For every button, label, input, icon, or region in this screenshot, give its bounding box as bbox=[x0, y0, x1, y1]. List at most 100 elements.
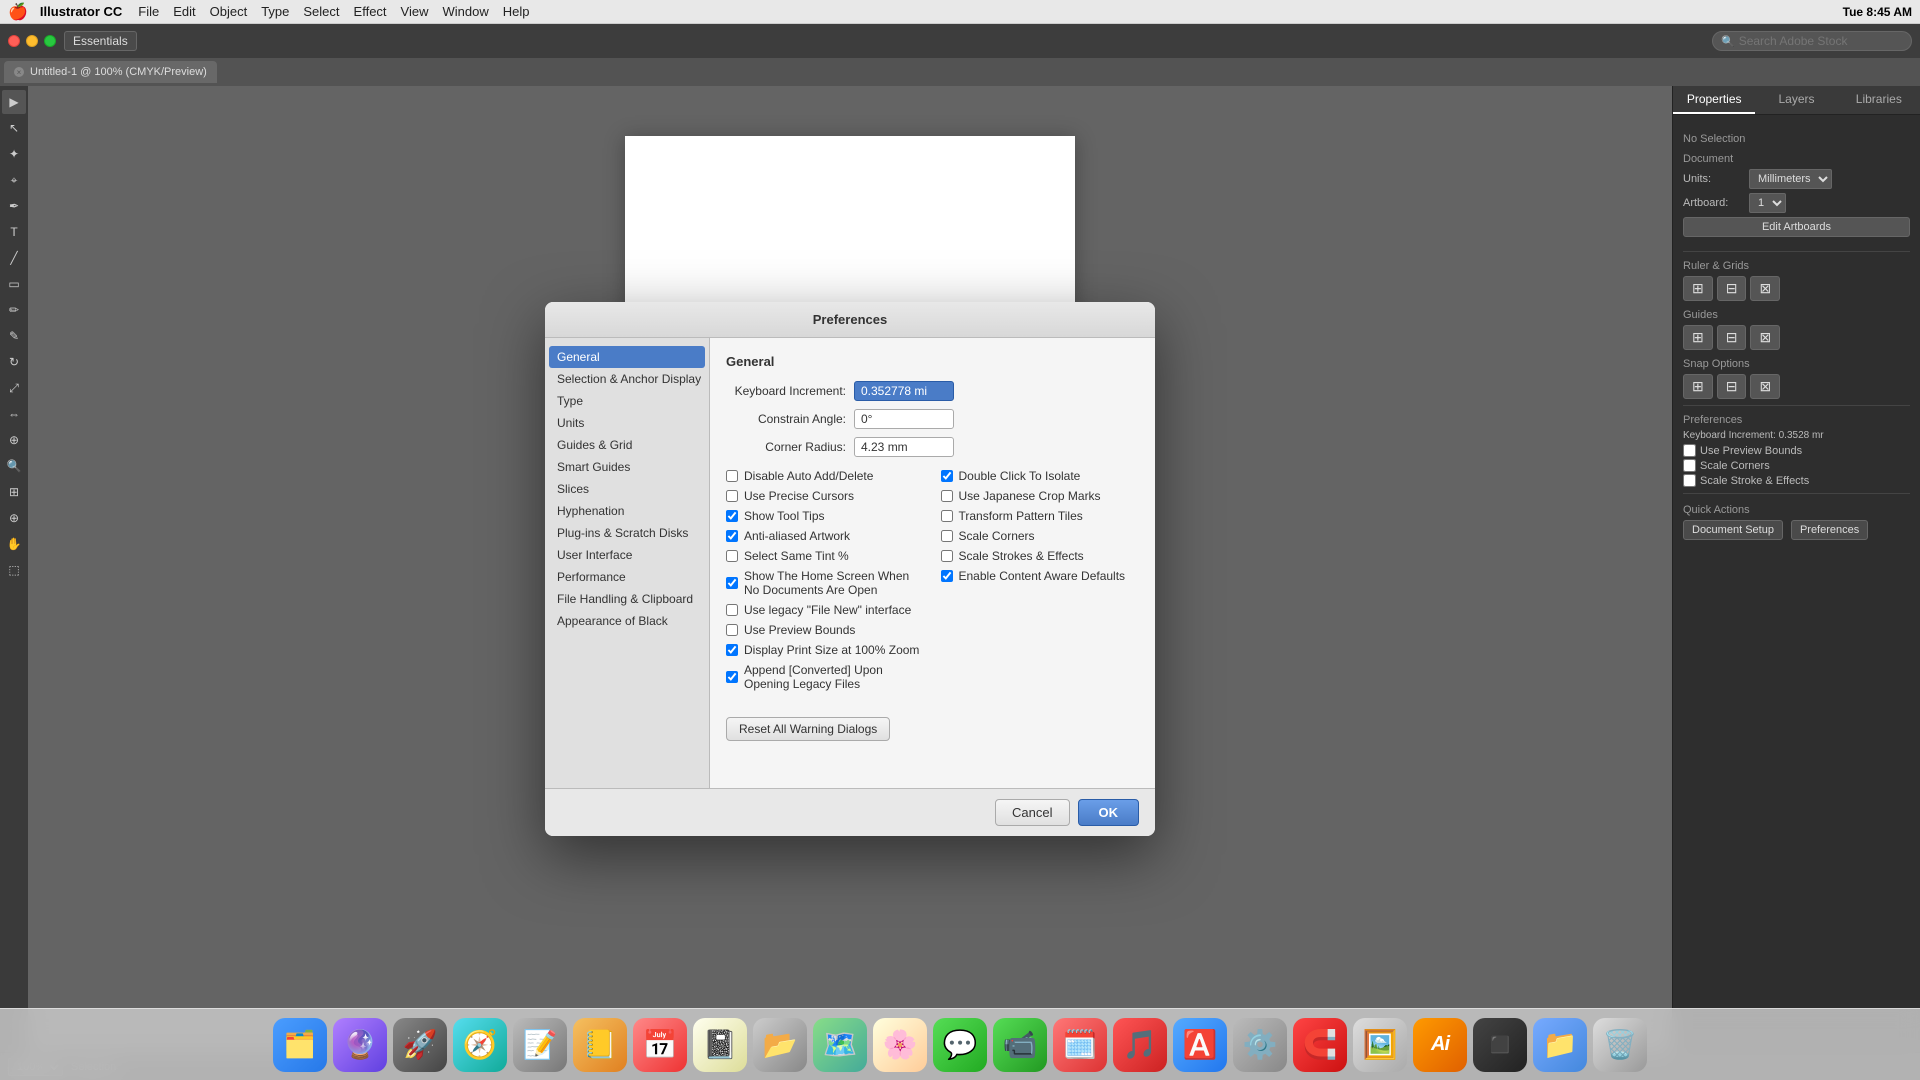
dock-terminal[interactable]: ⬛ bbox=[1473, 1018, 1527, 1072]
nav-smart-guides[interactable]: Smart Guides bbox=[545, 456, 709, 478]
type-tool[interactable]: T bbox=[2, 220, 26, 244]
cb-use-japanese-input[interactable] bbox=[941, 490, 953, 502]
reset-warning-button[interactable]: Reset All Warning Dialogs bbox=[726, 717, 890, 741]
guides-btn-2[interactable]: ⊟ bbox=[1717, 325, 1747, 350]
dock-files[interactable]: 📂 bbox=[753, 1018, 807, 1072]
ruler-grid-btn-3[interactable]: ⊠ bbox=[1750, 276, 1780, 301]
dock-appstore[interactable]: 🅰️ bbox=[1173, 1018, 1227, 1072]
nav-type[interactable]: Type bbox=[545, 390, 709, 412]
lasso-tool[interactable]: ⌖ bbox=[2, 168, 26, 192]
rp-scale-strokes-cb[interactable] bbox=[1683, 474, 1696, 487]
dock-photos[interactable]: 🌸 bbox=[873, 1018, 927, 1072]
nav-guides-grid[interactable]: Guides & Grid bbox=[545, 434, 709, 456]
nav-selection-anchor[interactable]: Selection & Anchor Display bbox=[545, 368, 709, 390]
hand-tool[interactable]: ✋ bbox=[2, 532, 26, 556]
artboard-tool[interactable]: ⬚ bbox=[2, 558, 26, 582]
menu-type[interactable]: Type bbox=[261, 4, 289, 19]
menu-select[interactable]: Select bbox=[303, 4, 339, 19]
document-setup-button[interactable]: Document Setup bbox=[1683, 520, 1783, 540]
selection-tool[interactable]: ▶ bbox=[2, 90, 26, 114]
tab-layers[interactable]: Layers bbox=[1755, 86, 1837, 114]
direct-selection-tool[interactable]: ↖ bbox=[2, 116, 26, 140]
eyedropper-tool[interactable]: 🔍 bbox=[2, 454, 26, 478]
dock-sysprefs[interactable]: ⚙️ bbox=[1233, 1018, 1287, 1072]
dock-music[interactable]: 🎵 bbox=[1113, 1018, 1167, 1072]
close-button[interactable] bbox=[8, 35, 20, 47]
cb-double-click-input[interactable] bbox=[941, 470, 953, 482]
menu-effect[interactable]: Effect bbox=[354, 4, 387, 19]
essentials-button[interactable]: Essentials bbox=[64, 31, 137, 51]
edit-artboards-button[interactable]: Edit Artboards bbox=[1683, 217, 1910, 237]
dock-preview[interactable]: 🖼️ bbox=[1353, 1018, 1407, 1072]
artboard-select[interactable]: 1 bbox=[1749, 193, 1786, 213]
dock-finder[interactable]: 🗂️ bbox=[273, 1018, 327, 1072]
ruler-grid-btn-1[interactable]: ⊞ bbox=[1683, 276, 1713, 301]
dock-fantastical[interactable]: 🗓️ bbox=[1053, 1018, 1107, 1072]
blend-tool[interactable]: ⊕ bbox=[2, 428, 26, 452]
constrain-angle-input[interactable] bbox=[854, 409, 954, 429]
units-select[interactable]: Millimeters bbox=[1749, 169, 1832, 189]
menu-edit[interactable]: Edit bbox=[173, 4, 195, 19]
cb-enable-content-input[interactable] bbox=[941, 570, 953, 582]
cb-scale-corners-input[interactable] bbox=[941, 530, 953, 542]
cb-show-home-screen-input[interactable] bbox=[726, 577, 738, 589]
guides-btn-3[interactable]: ⊠ bbox=[1750, 325, 1780, 350]
nav-file-handling[interactable]: File Handling & Clipboard bbox=[545, 588, 709, 610]
keyboard-increment-input[interactable] bbox=[854, 381, 954, 401]
dock-scripts[interactable]: 📝 bbox=[513, 1018, 567, 1072]
cb-display-print-size-input[interactable] bbox=[726, 644, 738, 656]
corner-radius-input[interactable] bbox=[854, 437, 954, 457]
ruler-grid-btn-2[interactable]: ⊟ bbox=[1717, 276, 1747, 301]
dock-notes[interactable]: 📓 bbox=[693, 1018, 747, 1072]
dock-siri[interactable]: 🔮 bbox=[333, 1018, 387, 1072]
dock-facetime[interactable]: 📹 bbox=[993, 1018, 1047, 1072]
cb-anti-aliased-input[interactable] bbox=[726, 530, 738, 542]
zoom-tool[interactable]: ⊕ bbox=[2, 506, 26, 530]
snap-btn-2[interactable]: ⊟ bbox=[1717, 374, 1747, 399]
dock-launchpad[interactable]: 🚀 bbox=[393, 1018, 447, 1072]
minimize-button[interactable] bbox=[26, 35, 38, 47]
search-input[interactable] bbox=[1739, 34, 1903, 48]
menu-help[interactable]: Help bbox=[503, 4, 530, 19]
snap-btn-1[interactable]: ⊞ bbox=[1683, 374, 1713, 399]
pencil-tool[interactable]: ✎ bbox=[2, 324, 26, 348]
dock-trash[interactable]: 🗑️ bbox=[1593, 1018, 1647, 1072]
rotate-tool[interactable]: ↻ bbox=[2, 350, 26, 374]
ok-button[interactable]: OK bbox=[1078, 799, 1140, 826]
cb-transform-pattern-input[interactable] bbox=[941, 510, 953, 522]
dock-calendar[interactable]: 📅 bbox=[633, 1018, 687, 1072]
cb-select-same-tint-input[interactable] bbox=[726, 550, 738, 562]
tab-libraries[interactable]: Libraries bbox=[1838, 86, 1920, 114]
canvas-area[interactable]: Preferences General Selection & Anchor D… bbox=[28, 86, 1672, 1052]
paintbrush-tool[interactable]: ✏ bbox=[2, 298, 26, 322]
scale-tool[interactable]: ⤢ bbox=[2, 376, 26, 400]
apple-menu[interactable]: 🍎 bbox=[8, 2, 28, 22]
menu-view[interactable]: View bbox=[401, 4, 429, 19]
rp-scale-corners-cb[interactable] bbox=[1683, 459, 1696, 472]
nav-slices[interactable]: Slices bbox=[545, 478, 709, 500]
document-tab[interactable]: × Untitled-1 @ 100% (CMYK/Preview) bbox=[4, 61, 217, 83]
search-bar[interactable]: 🔍 bbox=[1712, 31, 1912, 51]
tab-close-button[interactable]: × bbox=[14, 67, 24, 77]
snap-btn-3[interactable]: ⊠ bbox=[1750, 374, 1780, 399]
menu-window[interactable]: Window bbox=[443, 4, 489, 19]
nav-performance[interactable]: Performance bbox=[545, 566, 709, 588]
nav-hyphenation[interactable]: Hyphenation bbox=[545, 500, 709, 522]
cancel-button[interactable]: Cancel bbox=[995, 799, 1069, 826]
nav-appearance-black[interactable]: Appearance of Black bbox=[545, 610, 709, 632]
nav-plugins[interactable]: Plug-ins & Scratch Disks bbox=[545, 522, 709, 544]
cb-disable-auto-add-input[interactable] bbox=[726, 470, 738, 482]
cb-append-converted-input[interactable] bbox=[726, 671, 738, 683]
cb-use-precise-input[interactable] bbox=[726, 490, 738, 502]
guides-btn-1[interactable]: ⊞ bbox=[1683, 325, 1713, 350]
cb-show-tool-tips-input[interactable] bbox=[726, 510, 738, 522]
dock-folder[interactable]: 📁 bbox=[1533, 1018, 1587, 1072]
nav-user-interface[interactable]: User Interface bbox=[545, 544, 709, 566]
measure-tool[interactable]: ⊞ bbox=[2, 480, 26, 504]
menu-object[interactable]: Object bbox=[210, 4, 248, 19]
cb-use-legacy-input[interactable] bbox=[726, 604, 738, 616]
pen-tool[interactable]: ✒ bbox=[2, 194, 26, 218]
nav-general[interactable]: General bbox=[549, 346, 705, 368]
magic-wand-tool[interactable]: ✦ bbox=[2, 142, 26, 166]
line-tool[interactable]: ╱ bbox=[2, 246, 26, 270]
